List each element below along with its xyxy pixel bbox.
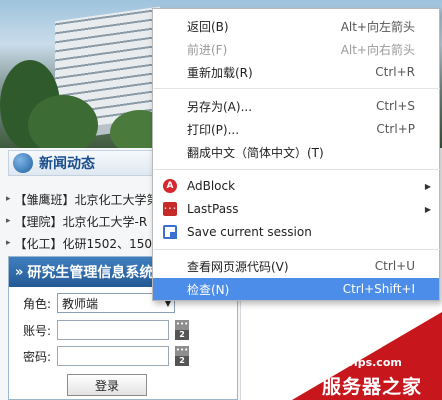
password-dots-icon: ••• — [175, 320, 190, 330]
menu-item-shortcut: Ctrl+P — [376, 122, 415, 136]
menu-item-view-source[interactable]: 查看网页源代码(V) Ctrl+U — [153, 255, 439, 277]
menu-item-reload[interactable]: 重新加载(R) Ctrl+R — [153, 61, 439, 83]
news-item[interactable]: ▸ 【雏鹰班】北京化工大学第 — [6, 188, 156, 210]
menu-item-back[interactable]: 返回(B) Alt+向左箭头 — [153, 15, 439, 37]
menu-item-label: Save current session — [187, 225, 312, 239]
menu-item-translate[interactable]: 翻成中文（简体中文）(T) — [153, 141, 439, 163]
menu-item-save-as[interactable]: 另存为(A)... Ctrl+S — [153, 95, 439, 117]
news-section-header[interactable]: 新闻动态 — [8, 150, 158, 176]
account-label: 账号: — [23, 323, 52, 338]
password-dots-icon: ••• — [175, 346, 190, 356]
news-item-text[interactable]: 【理院】北京化工大学-R — [15, 213, 148, 230]
news-item-text[interactable]: 【化工】化研1502、150 — [15, 235, 152, 252]
menu-item-adblock[interactable]: A AdBlock ▶ — [153, 175, 439, 197]
menu-item-print[interactable]: 打印(P)... Ctrl+P — [153, 118, 439, 140]
menu-item-label: 打印(P)... — [187, 122, 240, 137]
menu-item-label: 另存为(A)... — [187, 99, 253, 114]
password-label: 密码: — [23, 349, 52, 364]
submenu-arrow-icon: ▶ — [424, 204, 431, 214]
password-manager-badge[interactable]: ••• 2 — [175, 346, 190, 366]
lastpass-icon — [163, 202, 177, 216]
menu-item-label: LastPass — [187, 202, 239, 216]
badge-count: 2 — [175, 356, 190, 366]
double-chevron-icon: » — [15, 264, 24, 280]
news-globe-icon — [13, 153, 33, 173]
watermark-name: 服务器之家 — [322, 376, 423, 398]
news-item[interactable]: ▸ 【理院】北京化工大学-R — [6, 210, 156, 232]
tree-graphic — [28, 95, 98, 148]
badge-count: 2 — [175, 330, 190, 340]
account-input[interactable] — [57, 320, 170, 340]
menu-item-save-session[interactable]: Save current session — [153, 221, 439, 243]
bullet-icon: ▸ — [6, 238, 11, 248]
bullet-icon: ▸ — [6, 194, 11, 204]
password-manager-badge[interactable]: ••• 2 — [175, 320, 190, 340]
news-list: ▸ 【雏鹰班】北京化工大学第 ▸ 【理院】北京化工大学-R ▸ 【化工】化研1502、… — [6, 188, 156, 254]
menu-item-shortcut: Alt+向左箭头 — [340, 19, 415, 34]
menu-item-label: 查看网页源代码(V) — [187, 259, 289, 274]
menu-item-label: 检查(N) — [187, 282, 230, 297]
role-label: 角色: — [23, 296, 52, 311]
password-row: 密码: ••• 2 — [23, 346, 190, 366]
login-panel-title: 研究生管理信息系统 — [27, 265, 154, 281]
menu-separator — [154, 88, 440, 89]
save-session-icon — [163, 225, 177, 239]
role-select-value: 教师端 — [62, 296, 99, 311]
menu-item-label: 返回(B) — [187, 19, 229, 34]
menu-item-shortcut: Ctrl+R — [375, 65, 415, 79]
account-row: 账号: ••• 2 — [23, 320, 190, 340]
submenu-arrow-icon: ▶ — [424, 181, 431, 191]
login-button[interactable]: 登录 — [67, 374, 147, 396]
menu-item-lastpass[interactable]: LastPass ▶ — [153, 198, 439, 220]
news-section-title: 新闻动态 — [39, 156, 95, 172]
adblock-icon: A — [163, 179, 177, 193]
menu-item-label: 翻成中文（简体中文）(T) — [187, 145, 324, 160]
menu-item-label: 前进(F) — [187, 42, 228, 57]
menu-item-shortcut: Ctrl+Shift+I — [342, 282, 415, 296]
menu-separator — [154, 169, 440, 170]
menu-item-shortcut: Ctrl+S — [375, 99, 415, 113]
menu-item-inspect[interactable]: 检查(N) Ctrl+Shift+I — [153, 278, 439, 300]
watermark-url: www.zzvips.com — [300, 356, 402, 369]
news-item-text[interactable]: 【雏鹰班】北京化工大学第 — [15, 191, 156, 208]
menu-separator — [154, 249, 440, 250]
password-input[interactable] — [57, 346, 170, 366]
menu-item-shortcut: Alt+向右箭头 — [340, 42, 415, 57]
news-item[interactable]: ▸ 【化工】化研1502、150 — [6, 232, 156, 254]
bullet-icon: ▸ — [6, 216, 11, 226]
menu-item-forward[interactable]: 前进(F) Alt+向右箭头 — [153, 38, 439, 60]
menu-item-label: 重新加载(R) — [187, 65, 253, 80]
menu-item-label: AdBlock — [187, 179, 236, 193]
context-menu: 返回(B) Alt+向左箭头 前进(F) Alt+向右箭头 重新加载(R) Ct… — [152, 8, 440, 301]
menu-item-shortcut: Ctrl+U — [374, 259, 415, 273]
